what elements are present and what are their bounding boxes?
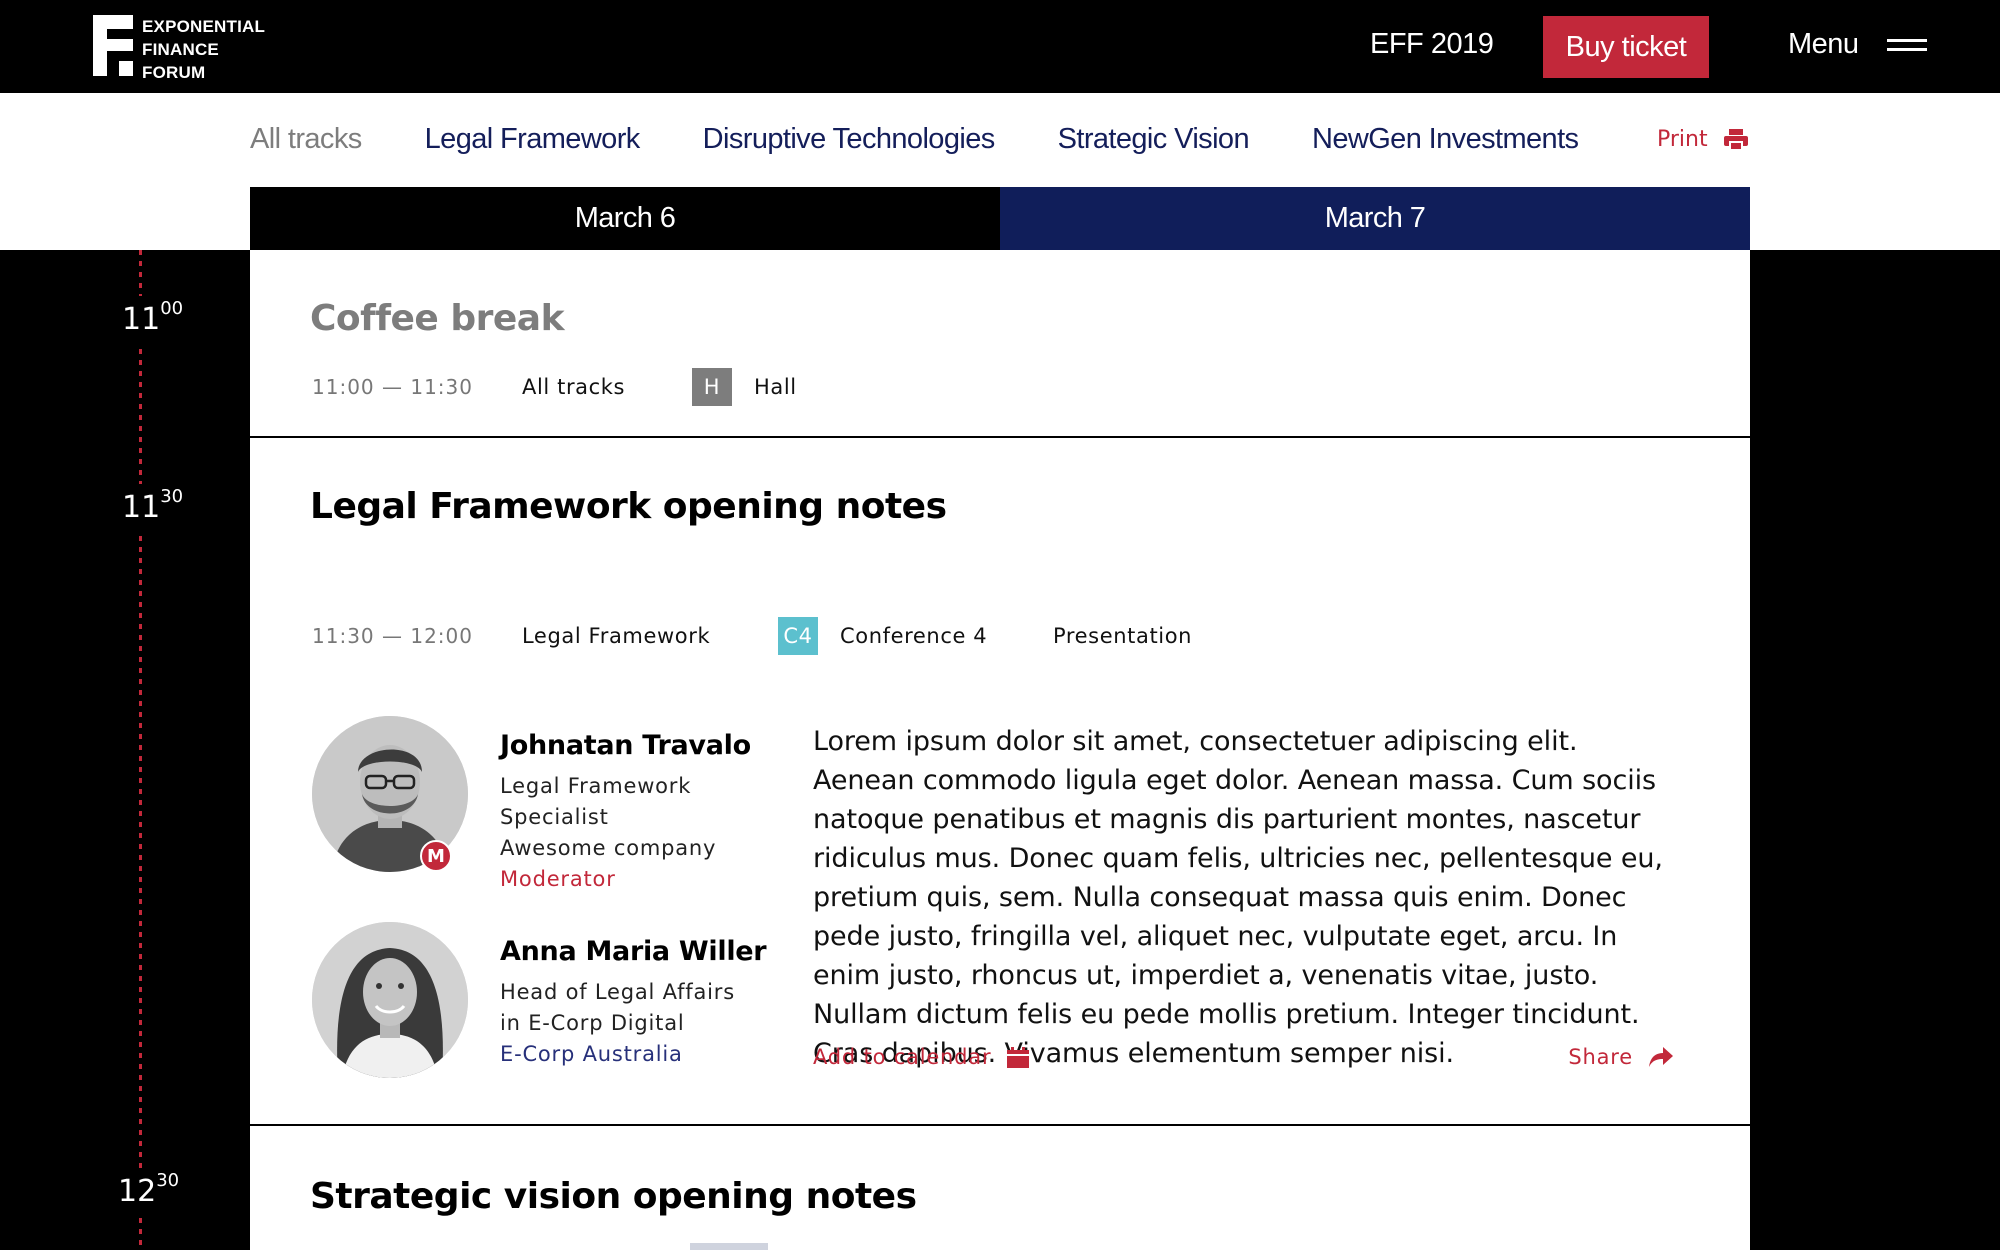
logo-line: FINANCE — [142, 40, 219, 59]
time-marker: 1130 — [122, 484, 184, 531]
track-tab-legal-framework[interactable]: Legal Framework — [425, 123, 641, 156]
tracks-bar: All tracks Legal Framework Disruptive Te… — [0, 93, 2000, 250]
room-badge: H — [692, 368, 732, 406]
add-to-calendar-label: Add to calendar — [813, 1045, 992, 1069]
calendar-icon — [1007, 1046, 1030, 1068]
edition-link[interactable]: EFF 2019 — [1370, 28, 1494, 61]
event-description: Lorem ipsum dolor sit amet, consectetuer… — [813, 726, 1663, 1069]
time-marker: 1230 — [118, 1168, 180, 1215]
hamburger-icon — [1886, 36, 1927, 53]
logo-text: EXPONENTIAL FINANCE FORUM — [142, 15, 265, 84]
event-meta: 11:00 — 11:30 All tracks H Hall — [312, 368, 797, 406]
room-name: Conference 4 — [840, 624, 988, 648]
event-title[interactable]: Legal Framework opening notes — [310, 486, 947, 527]
track-tab-strategic-vision[interactable]: Strategic Vision — [1058, 123, 1250, 156]
speaker-title: Legal Framework — [500, 774, 692, 798]
forum-logo[interactable]: EXPONENTIAL FINANCE FORUM — [93, 15, 265, 84]
time-hour: 11 — [122, 490, 161, 525]
speaker[interactable]: Anna Maria Willer Head of Legal Affairs … — [312, 922, 767, 1078]
event-actions: Add to calendar Share — [813, 1045, 1673, 1069]
speaker-name: Johnatan Travalo — [500, 730, 751, 761]
room-badge: C4 — [778, 617, 818, 655]
track-tab-all[interactable]: All tracks — [250, 123, 362, 156]
track-tab-newgen-investments[interactable]: NewGen Investments — [1312, 123, 1579, 156]
time-hour: 12 — [118, 1174, 157, 1209]
time-minutes: 00 — [160, 298, 184, 319]
event-time: 11:00 — 11:30 — [312, 375, 473, 399]
event-card: Legal Framework opening notes 11:30 — 12… — [250, 438, 1750, 1126]
logo-mark-icon — [93, 15, 133, 76]
speaker-role: Moderator — [500, 867, 616, 891]
speaker-title: in E-Corp Digital — [500, 1011, 685, 1035]
event-card[interactable]: Strategic vision opening notes — [250, 1126, 1750, 1250]
speaker-title: Specialist — [500, 805, 609, 829]
printer-icon — [1723, 128, 1748, 151]
event-title: Coffee break — [310, 298, 565, 339]
menu-button[interactable]: Menu — [1788, 28, 1927, 61]
timeline-dotted-line — [139, 250, 142, 1250]
buy-ticket-button[interactable]: Buy ticket — [1543, 16, 1709, 78]
speaker-name: Anna Maria Willer — [500, 936, 767, 967]
time-minutes: 30 — [156, 1170, 180, 1191]
time-minutes: 30 — [160, 486, 184, 507]
event-meta: 11:30 — 12:00 Legal Framework C4 Confere… — [312, 617, 1192, 655]
add-to-calendar-button[interactable]: Add to calendar — [813, 1045, 1030, 1069]
time-marker: 1100 — [122, 296, 184, 343]
speaker-avatar — [312, 922, 468, 1078]
speaker[interactable]: M Johnatan Travalo Legal Framework Speci… — [312, 716, 751, 895]
top-header: EXPONENTIAL FINANCE FORUM EFF 2019 Buy t… — [0, 0, 2000, 93]
event-title: Strategic vision opening notes — [310, 1176, 917, 1217]
print-button[interactable]: Print — [1657, 127, 1748, 152]
schedule-panel: Coffee break 11:00 — 11:30 All tracks H … — [250, 250, 1750, 1250]
speaker-company[interactable]: E-Corp Australia — [500, 1039, 766, 1070]
day-tab-march-7[interactable]: March 7 — [1000, 187, 1750, 250]
share-label: Share — [1568, 1045, 1633, 1069]
event-time: 11:30 — 12:00 — [312, 624, 473, 648]
event-track: Legal Framework — [522, 624, 711, 648]
room-badge-partial — [690, 1243, 768, 1250]
share-button[interactable]: Share — [1568, 1045, 1673, 1069]
event-format: Presentation — [1053, 624, 1193, 648]
logo-line: EXPONENTIAL — [142, 17, 266, 36]
share-arrow-icon — [1649, 1047, 1673, 1067]
track-tab-disruptive-technologies[interactable]: Disruptive Technologies — [703, 123, 996, 156]
room-name: Hall — [754, 375, 797, 399]
event-card[interactable]: Coffee break 11:00 — 11:30 All tracks H … — [250, 250, 1750, 438]
track-filter: All tracks Legal Framework Disruptive Te… — [250, 123, 1641, 156]
moderator-badge: M — [420, 840, 452, 872]
speaker-company: Awesome company — [500, 836, 717, 860]
day-tabs: March 6 March 7 — [250, 187, 1750, 250]
event-track: All tracks — [522, 375, 626, 399]
logo-line: FORUM — [142, 63, 206, 82]
day-tab-march-6[interactable]: March 6 — [250, 187, 1000, 250]
print-label: Print — [1657, 127, 1708, 152]
speaker-title: Head of Legal Affairs — [500, 980, 735, 1004]
menu-label: Menu — [1788, 28, 1859, 60]
avatar-woman-photo — [312, 922, 468, 1078]
time-hour: 11 — [122, 302, 161, 337]
